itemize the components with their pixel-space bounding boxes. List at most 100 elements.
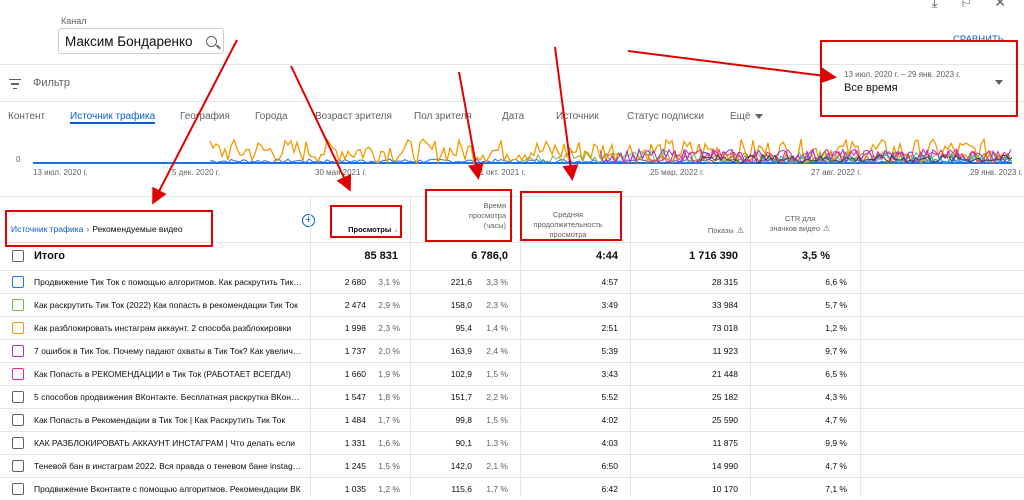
row-impressions: 10 170 xyxy=(712,484,738,494)
col-watch-time[interactable]: Время просмотра (часы) xyxy=(420,201,506,231)
video-title[interactable]: Как Попасть в РЕКОМЕНДАЦИИ в Тик Ток (РА… xyxy=(34,369,302,379)
row-watch: 158,0 xyxy=(450,300,472,310)
row-checkbox[interactable] xyxy=(12,437,24,449)
total-label: Итого xyxy=(34,250,66,262)
row-watch: 102,9 xyxy=(450,369,472,379)
close-icon[interactable]: ✕ xyxy=(994,0,1006,11)
tab-3[interactable]: Города xyxy=(255,102,288,122)
filter-icon[interactable] xyxy=(9,79,21,92)
add-dimension-button[interactable]: + xyxy=(302,214,315,227)
col-avg-duration[interactable]: Средняя продолжительность просмотра xyxy=(520,210,616,240)
tab-6[interactable]: Дата xyxy=(502,102,524,122)
tab-0[interactable]: Контент xyxy=(8,102,45,122)
row-watch: 163,9 xyxy=(450,346,472,356)
row-checkbox[interactable] xyxy=(12,391,24,403)
warning-icon: ⚠ xyxy=(822,224,831,233)
table-row[interactable]: Продвижение Тик Ток с помощью алгоритмов… xyxy=(0,270,1024,293)
row-watch-pct: 2,1 % xyxy=(486,461,508,471)
download-icon[interactable]: ⤓ xyxy=(932,0,938,11)
row-checkbox[interactable] xyxy=(12,299,24,311)
row-avg: 4:57 xyxy=(601,277,618,287)
channel-selector[interactable]: Максим Бондаренко xyxy=(58,28,224,54)
date-range-selector[interactable]: 13 июл. 2020 г. – 29 янв. 2023 г. Все вр… xyxy=(830,64,1015,102)
table-row[interactable]: Теневой бан в инстаграм 2022. Вся правда… xyxy=(0,454,1024,477)
row-ctr: 6,6 % xyxy=(825,277,847,287)
date-range-text: 13 июл. 2020 г. – 29 янв. 2023 г. xyxy=(844,70,961,79)
breadcrumb-current: Рекомендуемые видео xyxy=(92,224,183,234)
col-impressions[interactable]: Показы ⚠ xyxy=(640,226,744,236)
compare-button[interactable]: СРАВНИТЬ xyxy=(953,34,1004,45)
tab-9[interactable]: Ещё xyxy=(730,102,764,122)
row-avg: 3:49 xyxy=(601,300,618,310)
row-checkbox[interactable] xyxy=(12,483,24,495)
tab-label: Города xyxy=(255,111,288,122)
row-views: 2 680 xyxy=(344,277,366,287)
row-avg: 6:42 xyxy=(601,484,618,494)
row-checkbox[interactable] xyxy=(12,345,24,357)
search-icon[interactable] xyxy=(206,35,217,47)
row-impressions: 11 875 xyxy=(712,438,738,448)
row-views-pct: 1,6 % xyxy=(378,438,400,448)
video-title[interactable]: Продвижение Тик Ток с помощью алгоритмов… xyxy=(34,277,302,287)
total-row: Итого 85 831 6 786,0 4:44 1 716 390 3,5 … xyxy=(0,242,1024,270)
row-checkbox[interactable] xyxy=(12,460,24,472)
table-row[interactable]: 7 ошибок в Тик Ток. Почему падают охваты… xyxy=(0,339,1024,362)
row-impressions: 33 984 xyxy=(712,300,738,310)
table-row[interactable]: КАК РАЗБЛОКИРОВАТЬ АККАУНТ ИНСТАГРАМ | Ч… xyxy=(0,431,1024,454)
table-row[interactable]: Как раскрутить Тик Ток (2022) Как попаст… xyxy=(0,293,1024,316)
tab-5[interactable]: Пол зрителя xyxy=(414,102,472,122)
row-checkbox[interactable] xyxy=(12,322,24,334)
chart-y-zero-label: 0 xyxy=(16,155,21,164)
table-row[interactable]: 5 способов продвижения ВКонтакте. Беспла… xyxy=(0,385,1024,408)
col-avg-duration-l2: продолжительность xyxy=(533,220,603,229)
chevron-right-icon: › xyxy=(86,224,90,234)
col-ctr[interactable]: CTR для значков видео ⚠ xyxy=(755,214,845,234)
col-ctr-l2: значков видео ⚠ xyxy=(755,224,845,234)
row-watch: 151,7 xyxy=(450,392,472,402)
col-views[interactable]: Просмотры ↓ xyxy=(320,225,398,235)
tab-4[interactable]: Возраст зрителя xyxy=(315,102,392,122)
tab-1[interactable]: Источник трафика xyxy=(70,102,156,124)
row-views-pct: 1,2 % xyxy=(378,484,400,494)
row-checkbox[interactable] xyxy=(12,276,24,288)
video-title[interactable]: Как Попасть в Рекомендации в Тик Ток | К… xyxy=(34,415,302,425)
row-views-pct: 2,9 % xyxy=(378,300,400,310)
video-title[interactable]: Продвижение Вконтакте с помощью алгоритм… xyxy=(34,484,302,494)
table-row[interactable]: Как Попасть в Рекомендации в Тик Ток | К… xyxy=(0,408,1024,431)
row-watch-pct: 1,7 % xyxy=(486,484,508,494)
video-title[interactable]: 7 ошибок в Тик Ток. Почему падают охваты… xyxy=(34,346,302,356)
dimension-tabs: Контент Источник трафика География Города Во… xyxy=(0,102,1024,132)
tab-label: Дата xyxy=(502,111,525,122)
video-title[interactable]: 5 способов продвижения ВКонтакте. Беспла… xyxy=(34,392,302,402)
feedback-icon[interactable]: ⚐ xyxy=(960,0,973,11)
row-ctr: 6,5 % xyxy=(825,369,847,379)
tab-7[interactable]: Источник xyxy=(556,102,599,122)
table-row[interactable]: Как разблокировать инстаграм аккаунт. 2 … xyxy=(0,316,1024,339)
row-impressions: 25 182 xyxy=(712,392,738,402)
video-title[interactable]: КАК РАЗБЛОКИРОВАТЬ АККАУНТ ИНСТАГРАМ | Ч… xyxy=(34,438,302,448)
col-views-label: Просмотры xyxy=(348,225,392,234)
breadcrumb-root[interactable]: Источник трафика xyxy=(11,224,83,234)
row-watch-pct: 2,3 % xyxy=(486,300,508,310)
col-ctr-l2-text: значков видео xyxy=(769,224,820,233)
row-avg: 6:50 xyxy=(601,461,618,471)
video-title[interactable]: Как раскрутить Тик Ток (2022) Как попаст… xyxy=(34,300,302,310)
col-avg-duration-l1: Средняя xyxy=(552,210,584,219)
row-views-pct: 1,7 % xyxy=(378,415,400,425)
row-checkbox[interactable] xyxy=(12,368,24,380)
total-checkbox[interactable] xyxy=(12,250,24,262)
row-watch-pct: 2,4 % xyxy=(486,346,508,356)
row-checkbox[interactable] xyxy=(12,414,24,426)
row-watch-pct: 1,5 % xyxy=(486,415,508,425)
total-views: 85 831 xyxy=(364,250,398,262)
video-title[interactable]: Как разблокировать инстаграм аккаунт. 2 … xyxy=(34,323,302,333)
tab-8[interactable]: Статус подписки xyxy=(627,102,704,122)
video-title[interactable]: Теневой бан в инстаграм 2022. Вся правда… xyxy=(34,461,302,471)
row-avg: 5:52 xyxy=(601,392,618,402)
col-impressions-label: Показы xyxy=(707,226,734,235)
table-row[interactable]: Как Попасть в РЕКОМЕНДАЦИИ в Тик Ток (РА… xyxy=(0,362,1024,385)
filter-input[interactable]: Фильтр xyxy=(33,77,70,89)
sort-down-icon: ↓ xyxy=(394,225,398,234)
chart-x-tick: 27 авг. 2022 г. xyxy=(811,168,862,177)
tab-2[interactable]: География xyxy=(180,102,230,122)
